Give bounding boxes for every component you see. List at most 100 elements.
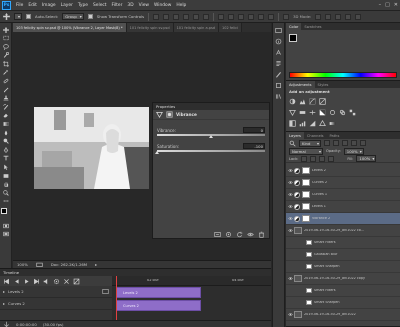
filter-mask-thumbnail[interactable] — [306, 252, 312, 257]
saturation-field[interactable]: -100 — [243, 143, 265, 149]
color-swatch-pair[interactable] — [289, 34, 301, 46]
blend-mode-dropdown[interactable]: Normal — [289, 147, 323, 155]
color-lookup-icon[interactable] — [349, 109, 356, 116]
crop-tool-icon[interactable] — [2, 60, 9, 67]
align-center-button[interactable] — [193, 13, 200, 20]
settings-gear-icon[interactable] — [53, 278, 60, 285]
menu-window[interactable]: Window — [154, 3, 171, 8]
move-tool-icon[interactable] — [2, 26, 9, 33]
delete-icon[interactable] — [258, 231, 265, 238]
layer-row[interactable]: 2019-06-19-16-50-29_ani1022 copy — [286, 273, 400, 285]
status-menu-arrow[interactable]: ▸ — [95, 262, 97, 267]
zoom-level[interactable]: 100% — [17, 262, 28, 267]
healing-brush-tool-icon[interactable] — [2, 78, 9, 85]
screen-mode-icon[interactable] — [2, 231, 9, 238]
black-white-icon[interactable] — [319, 109, 326, 116]
timeline-ruler[interactable]: 02:00f 04:00f — [112, 276, 271, 286]
reset-icon[interactable] — [236, 231, 243, 238]
playhead[interactable] — [116, 276, 117, 320]
filter-mask-thumbnail[interactable] — [306, 264, 312, 269]
expand-arrow-icon[interactable]: ▸ — [3, 289, 5, 294]
3d-rotate-button[interactable] — [315, 13, 322, 20]
render-icon[interactable] — [3, 321, 10, 327]
menu-type[interactable]: Type — [78, 3, 88, 8]
photo-filter-icon[interactable] — [329, 109, 336, 116]
layer-filter-dropdown[interactable]: Kind — [299, 139, 321, 147]
timeline-clip[interactable]: Curves 2 — [116, 300, 201, 311]
document-image[interactable] — [34, 107, 149, 189]
brush-tool-icon[interactable] — [2, 86, 9, 93]
layer-row[interactable]: Smart Filters — [286, 285, 400, 297]
layer-row[interactable]: Curves 1 — [286, 189, 400, 201]
layer-row[interactable]: Smart Sharpen — [286, 261, 400, 273]
tab-layers[interactable]: Layers — [286, 132, 304, 139]
align-middle-button[interactable] — [163, 13, 170, 20]
filter-smart-object-button[interactable] — [360, 140, 366, 146]
distribute-middle-button[interactable] — [228, 13, 235, 20]
quick-select-tool-icon[interactable] — [2, 52, 9, 59]
layer-mask-icon[interactable] — [166, 111, 173, 118]
3d-roll-button[interactable] — [325, 13, 332, 20]
color-spectrum-ramp[interactable] — [289, 72, 397, 78]
lasso-tool-icon[interactable] — [2, 43, 9, 50]
filter-adjustment-button[interactable] — [333, 140, 339, 146]
eye-icon[interactable] — [286, 312, 294, 317]
split-clip-icon[interactable] — [63, 278, 70, 285]
selective-color-icon[interactable] — [319, 119, 326, 127]
invert-icon[interactable] — [289, 120, 296, 127]
character-icon[interactable] — [275, 49, 282, 56]
tool-preset-picker[interactable] — [14, 13, 22, 20]
paragraph-icon[interactable] — [275, 60, 282, 67]
first-frame-icon[interactable] — [3, 278, 10, 285]
smart-object-thumbnail[interactable] — [294, 311, 302, 318]
timeline-tracks[interactable]: Levels 2 Curves 2 — [112, 286, 271, 320]
auto-align-button[interactable] — [283, 13, 290, 20]
visibility-icon[interactable] — [247, 231, 254, 238]
layer-row[interactable]: Smart Sharpen — [286, 297, 400, 309]
dodge-tool-icon[interactable] — [2, 138, 9, 145]
color-swatches[interactable] — [0, 208, 11, 219]
history-icon[interactable] — [275, 27, 282, 34]
menu-edit[interactable]: Edit — [28, 3, 37, 8]
filter-shape-button[interactable] — [351, 140, 357, 146]
foreground-color-swatch[interactable] — [0, 208, 7, 215]
blur-tool-icon[interactable] — [2, 129, 9, 136]
filter-type-button[interactable] — [342, 140, 348, 146]
curves-icon[interactable] — [309, 98, 316, 105]
vibrance-slider[interactable] — [157, 134, 265, 138]
properties-header[interactable]: Properties — [153, 103, 269, 110]
libraries-icon[interactable] — [275, 93, 282, 100]
opacity-field[interactable]: 100% — [343, 147, 364, 155]
vibrance-field[interactable]: 0 — [243, 127, 265, 133]
tab-channels[interactable]: Channels — [304, 132, 327, 139]
eraser-tool-icon[interactable] — [2, 112, 9, 119]
layer-mask-thumbnail[interactable] — [302, 215, 310, 222]
layer-mask-thumbnail[interactable] — [302, 191, 310, 198]
levels-icon[interactable] — [299, 98, 306, 105]
rectangle-tool-icon[interactable] — [2, 172, 9, 179]
fill-field[interactable]: 100% — [356, 155, 377, 162]
menu-filter[interactable]: Filter — [112, 3, 123, 8]
move-tool-icon[interactable] — [3, 13, 10, 20]
eye-icon[interactable] — [286, 180, 294, 185]
lock-transparency-button[interactable] — [301, 155, 308, 162]
auto-select-dropdown[interactable]: Group — [62, 13, 84, 20]
timeline-header[interactable]: Timeline — [0, 269, 271, 276]
minimize-button[interactable]: – — [379, 2, 382, 8]
play-icon[interactable] — [23, 278, 30, 285]
hue-saturation-icon[interactable] — [299, 109, 306, 116]
menu-view[interactable]: View — [139, 3, 149, 8]
timeline-clip[interactable]: Levels 2 — [116, 287, 201, 298]
layer-row[interactable]: Levels 2 — [286, 165, 400, 177]
vibrance-slider-thumb[interactable] — [209, 135, 213, 138]
quick-mask-icon[interactable] — [2, 222, 9, 229]
more-tools-icon[interactable] — [2, 198, 9, 205]
saturation-slider-thumb[interactable] — [155, 151, 159, 154]
type-tool-icon[interactable] — [2, 155, 9, 162]
align-bottom-button[interactable] — [173, 13, 180, 20]
hand-tool-icon[interactable] — [2, 181, 9, 188]
eye-icon[interactable] — [286, 204, 294, 209]
distribute-bottom-button[interactable] — [238, 13, 245, 20]
lock-position-button[interactable] — [319, 155, 326, 162]
layer-row[interactable]: Levels 1 — [286, 201, 400, 213]
